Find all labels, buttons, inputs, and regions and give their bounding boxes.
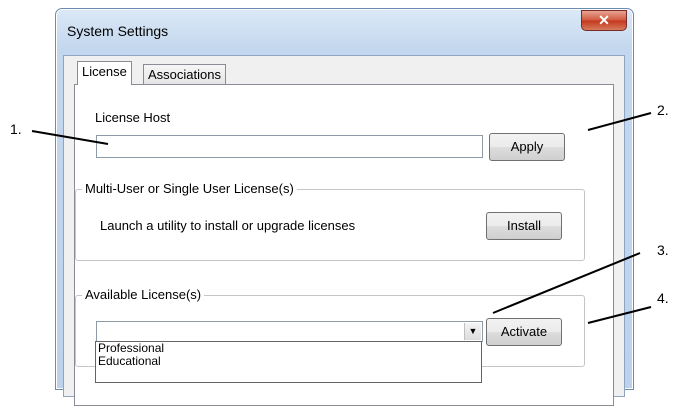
callout-4: 4. <box>657 290 669 306</box>
callout-2: 2. <box>657 102 669 118</box>
callout-1: 1. <box>10 121 22 137</box>
callout-line-2 <box>587 112 652 131</box>
callout-line-4 <box>587 306 652 324</box>
callout-lines <box>31 112 652 324</box>
callout-line-3 <box>492 252 641 314</box>
callout-line-1 <box>31 130 109 145</box>
callout-3: 3. <box>657 242 669 258</box>
tab-license[interactable]: License <box>77 61 132 85</box>
